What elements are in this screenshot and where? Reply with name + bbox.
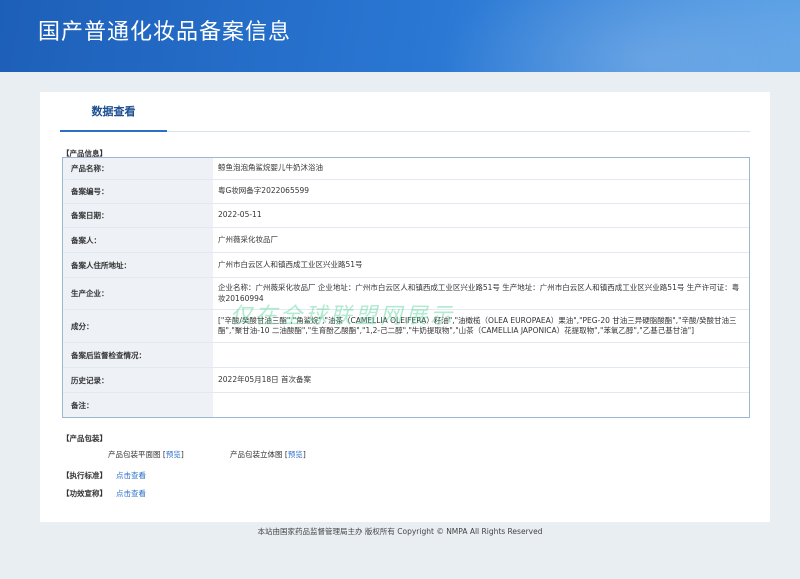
table-row: 备案人住所地址： 广州市白云区人和镇西成工业区兴业路51号 <box>63 253 749 278</box>
section-exec-standard: 【执行标准】 <box>62 471 107 480</box>
package-flat-label: 产品包装平面图 <box>108 450 161 459</box>
page-header: 国产普通化妆品备案信息 <box>0 0 800 72</box>
section-product-package: 【产品包装】 <box>62 434 107 443</box>
row-label: 成分： <box>63 310 213 342</box>
ingredients-value: ["辛酸/癸酸甘油三酯","角鲨烷","油茶（CAMELLIA OLEIFERA… <box>218 315 737 335</box>
row-label: 备注： <box>63 393 213 417</box>
row-label: 备案编号： <box>63 180 213 203</box>
exec-standard-view-link[interactable]: 点击查看 <box>116 470 146 481</box>
table-row: 备案人： 广州薇采化妆品厂 <box>63 228 749 253</box>
table-row: 产品名称： 鲸鱼泡泡角鲨烷婴儿牛奶沐浴油 <box>63 158 749 180</box>
product-name-value: 鲸鱼泡泡角鲨烷婴儿牛奶沐浴油 <box>218 163 323 173</box>
product-info-table: 产品名称： 鲸鱼泡泡角鲨烷婴儿牛奶沐浴油 备案编号： 粤G妆网备字2022065… <box>62 157 750 418</box>
row-label: 备案日期： <box>63 204 213 227</box>
table-row: 备案编号： 粤G妆网备字2022065599 <box>63 180 749 204</box>
table-row: 备案日期： 2022-05-11 <box>63 204 749 228</box>
table-row: 成分： ["辛酸/癸酸甘油三酯","角鲨烷","油茶（CAMELLIA OLEI… <box>63 310 749 343</box>
table-row: 备注： <box>63 393 749 417</box>
row-label: 产品名称： <box>63 158 213 179</box>
filing-date-value: 2022-05-11 <box>218 210 262 220</box>
efficacy-view-link[interactable]: 点击查看 <box>116 488 146 499</box>
tab-data-view[interactable]: 数据查看 <box>60 92 167 132</box>
preview-stereo-link[interactable]: 预览 <box>288 450 303 459</box>
row-label: 备案后监督检查情况： <box>63 343 213 367</box>
row-label: 备案人住所地址： <box>63 253 213 277</box>
package-stereo: 产品包装立体图 [预览] <box>230 450 306 459</box>
footer-copyright: 本站由国家药品监督管理局主办 版权所有 Copyright © NMPA All… <box>257 527 543 536</box>
filer-value: 广州薇采化妆品厂 <box>218 234 278 244</box>
content-card: 数据查看 【产品信息】 产品名称： 鲸鱼泡泡角鲨烷婴儿牛奶沐浴油 备案编号： 粤… <box>40 92 770 522</box>
filing-number-value: 粤G妆网备字2022065599 <box>218 186 310 196</box>
page-title: 国产普通化妆品备案信息 <box>38 20 292 45</box>
section-efficacy: 【功效宣称】 <box>62 489 107 498</box>
package-flat: 产品包装平面图 [预览] <box>108 450 184 459</box>
row-label: 生产企业： <box>63 278 213 309</box>
package-stereo-label: 产品包装立体图 <box>230 450 283 459</box>
remarks-value <box>218 393 743 417</box>
filer-address-value: 广州市白云区人和镇西成工业区兴业路51号 <box>218 259 363 269</box>
supervision-value <box>218 343 743 367</box>
table-row: 历史记录： 2022年05月18日 首次备案 <box>63 368 749 393</box>
manufacturer-value: 企业名称：广州薇采化妆品厂 企业地址：广州市白云区人和镇西成工业区兴业路51号 … <box>218 283 740 303</box>
row-label: 历史记录： <box>63 368 213 392</box>
tab-bar: 数据查看 <box>60 92 750 132</box>
history-value: 2022年05月18日 首次备案 <box>218 374 312 384</box>
table-row: 生产企业： 企业名称：广州薇采化妆品厂 企业地址：广州市白云区人和镇西成工业区兴… <box>63 278 749 310</box>
table-row: 备案后监督检查情况： <box>63 343 749 368</box>
preview-flat-link[interactable]: 预览 <box>166 450 181 459</box>
row-label: 备案人： <box>63 228 213 252</box>
